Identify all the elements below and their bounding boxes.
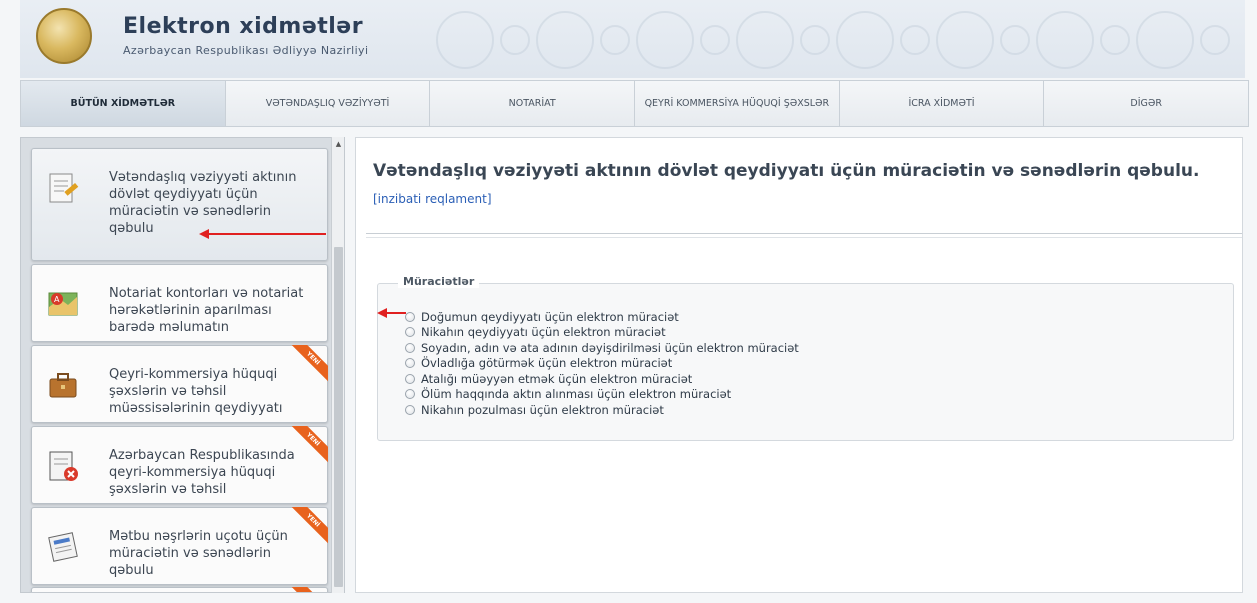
site-subtitle: Azərbaycan Respublikası Ədliyyə Nazirliy… (123, 44, 369, 57)
sidebar-item-press[interactable]: Mətbu nəşrlərin uçotu üçün müraciətin və… (31, 507, 328, 585)
sidebar-item-label: Vətəndaşlıq vəziyyəti aktının dövlət qey… (109, 170, 297, 236)
sidebar-item-label: Notariat kontorları və notariat hərəkətl… (109, 286, 304, 335)
nav-other[interactable]: DİGƏR (1044, 81, 1248, 126)
new-badge: YENİ (288, 345, 328, 385)
document-edit-icon (49, 173, 79, 203)
radio-button[interactable] (405, 404, 415, 415)
ministry-emblem-icon (36, 8, 92, 64)
site-title: Elektron xidmətlər (123, 14, 364, 39)
main-nav: BÜTÜN XİDMƏTLƏR VƏTƏNDAŞLIQ VƏZİYYƏTİ NO… (20, 80, 1249, 127)
scroll-thumb[interactable] (334, 247, 343, 587)
service-sidebar: Vətəndaşlıq vəziyyəti aktının dövlət qey… (20, 137, 345, 593)
radio-button[interactable] (405, 311, 415, 322)
divider (366, 233, 1242, 234)
radio-button[interactable] (405, 373, 415, 384)
divider (366, 237, 1242, 238)
option-marriage[interactable]: Nikahın qeydiyyatı üçün elektron müraciə… (405, 325, 799, 341)
radio-button[interactable] (405, 358, 415, 369)
radio-button[interactable] (405, 327, 415, 338)
nav-all-services[interactable]: BÜTÜN XİDMƏTLƏR (21, 81, 226, 126)
sidebar-item-notary[interactable]: A Notariat kontorları və notariat hərəkə… (31, 264, 328, 342)
newspaper-icon (48, 532, 78, 562)
option-divorce[interactable]: Nikahın pozulması üçün elektron müraciət (405, 402, 799, 418)
annotation-arrow (377, 308, 406, 318)
radio-button[interactable] (405, 389, 415, 400)
regulation-link[interactable]: [inzibati reqlament] (373, 192, 492, 206)
option-death[interactable]: Ölüm haqqında aktın alınması üçün elektr… (405, 387, 799, 403)
svg-text:A: A (54, 295, 60, 304)
applications-fieldset: Müraciətlər Doğumun qeydiyyatı üçün elek… (377, 275, 1234, 441)
header-pattern (436, 11, 1230, 69)
new-badge: YENİ (288, 507, 328, 547)
sidebar-item-non-commercial[interactable]: Qeyri-kommersiya hüquqi şəxslərin və təh… (31, 345, 328, 423)
document-cancel-icon (49, 451, 78, 481)
nav-notary[interactable]: NOTARİAT (430, 81, 636, 126)
new-badge (288, 587, 328, 592)
radio-button[interactable] (405, 342, 415, 353)
option-adoption[interactable]: Övladlığa götürmək üçün elektron müraciə… (405, 356, 799, 372)
option-birth[interactable]: Doğumun qeydiyyatı üçün elektron müraciə… (405, 309, 799, 325)
annotation-arrow (199, 229, 326, 239)
scroll-up-arrow-icon[interactable]: ▲ (334, 140, 343, 150)
new-badge: YENİ (288, 426, 328, 466)
briefcase-icon (49, 373, 77, 398)
page: Elektron xidmətlər Azərbaycan Respublika… (0, 0, 1257, 603)
option-name-change[interactable]: Soyadın, adın və ata adının dəyişdirilmə… (405, 340, 799, 356)
sidebar-item-civil-status[interactable]: Vətəndaşlıq vəziyyəti aktının dövlət qey… (31, 148, 328, 261)
site-header: Elektron xidmətlər Azərbaycan Respublika… (20, 0, 1245, 78)
page-title: Vətəndaşlıq vəziyyəti aktının dövlət qey… (373, 161, 1200, 181)
option-paternity[interactable]: Atalığı müəyyən etmək üçün elektron müra… (405, 371, 799, 387)
nav-civil-status[interactable]: VƏTƏNDAŞLIQ VƏZİYYƏTİ (226, 81, 431, 126)
fieldset-legend: Müraciətlər (398, 275, 480, 288)
nav-non-commercial[interactable]: QEYRİ KOMMERSİYA HÜQUQİ ŞƏXSLƏR (635, 81, 840, 126)
nav-enforcement[interactable]: İCRA XİDMƏTİ (840, 81, 1045, 126)
sidebar-item-partial[interactable] (31, 587, 328, 592)
main-content: Vətəndaşlıq vəziyyəti aktının dövlət qey… (355, 137, 1243, 593)
sidebar-scrollbar[interactable]: ▲ (331, 137, 344, 593)
map-pin-icon: A (48, 292, 78, 316)
sidebar-item-azerbaijan-registry[interactable]: Azərbaycan Respublikasında qeyri-kommers… (31, 426, 328, 504)
application-options: Doğumun qeydiyyatı üçün elektron müraciə… (405, 309, 799, 418)
